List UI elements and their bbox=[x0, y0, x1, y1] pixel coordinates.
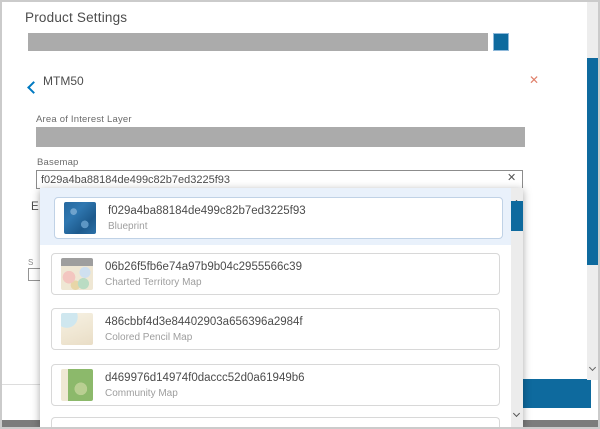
item-id: 486cbbf4d3e84402903a656396a2984f bbox=[105, 316, 303, 328]
list-item-community[interactable]: d469976d14974f0daccc52d0a61949b6 Communi… bbox=[51, 364, 500, 406]
basemap-dropdown: f029a4ba88184de499c82b7ed3225f93 Bluepri… bbox=[40, 188, 523, 427]
scrollbar-thumb[interactable] bbox=[587, 58, 599, 265]
basemap-thumbnail-colored-pencil bbox=[61, 313, 93, 345]
clear-input-icon[interactable]: ✕ bbox=[507, 171, 516, 184]
item-name: Community Map bbox=[105, 388, 178, 399]
item-id: f029a4ba88184de499c82b7ed3225f93 bbox=[108, 205, 306, 217]
item-id: d469976d14974f0daccc52d0a61949b6 bbox=[105, 372, 305, 384]
area-of-interest-label: Area of Interest Layer bbox=[36, 114, 132, 125]
item-name: Blueprint bbox=[108, 221, 147, 232]
item-name: Colored Pencil Map bbox=[105, 332, 192, 343]
basemap-thumbnail-blueprint bbox=[64, 202, 96, 234]
area-of-interest-input[interactable] bbox=[36, 127, 525, 147]
obscured-label-fragment: E bbox=[31, 201, 39, 213]
chevron-down-icon[interactable] bbox=[590, 357, 595, 375]
redacted-text-bar bbox=[28, 33, 488, 51]
basemap-thumbnail-community bbox=[61, 369, 93, 401]
obscured-label-fragment: S bbox=[28, 258, 33, 267]
basemap-label: Basemap bbox=[37, 157, 79, 168]
list-item-colored-pencil[interactable]: 486cbbf4d3e84402903a656396a2984f Colored… bbox=[51, 308, 500, 350]
list-item-charted-territory[interactable]: 06b26f5fb6e74a97b9b04c2955566c39 Charted… bbox=[51, 253, 500, 295]
primary-action-button[interactable] bbox=[522, 379, 591, 408]
list-item-blueprint[interactable]: f029a4ba88184de499c82b7ed3225f93 Bluepri… bbox=[54, 197, 503, 239]
dropdown-scrollbar[interactable] bbox=[511, 188, 523, 427]
page-title: Product Settings bbox=[25, 10, 127, 25]
accent-square bbox=[493, 33, 509, 51]
item-name: Charted Territory Map bbox=[105, 277, 202, 288]
window-scrollbar[interactable] bbox=[587, 2, 599, 380]
chevron-down-icon[interactable] bbox=[514, 403, 519, 421]
basemap-input[interactable] bbox=[36, 170, 523, 189]
chevron-left-icon[interactable] bbox=[29, 79, 38, 97]
scrollbar-thumb[interactable] bbox=[511, 201, 523, 231]
item-id: 06b26f5fb6e74a97b9b04c2955566c39 bbox=[105, 261, 302, 273]
basemap-thumbnail-charted-territory bbox=[61, 258, 93, 290]
back-link-mtm50[interactable]: MTM50 bbox=[43, 74, 84, 88]
close-icon[interactable]: ✕ bbox=[529, 73, 539, 87]
product-settings-dialog: Product Settings MTM50 ✕ Area of Interes… bbox=[0, 0, 600, 429]
list-item-partial[interactable] bbox=[51, 417, 500, 429]
